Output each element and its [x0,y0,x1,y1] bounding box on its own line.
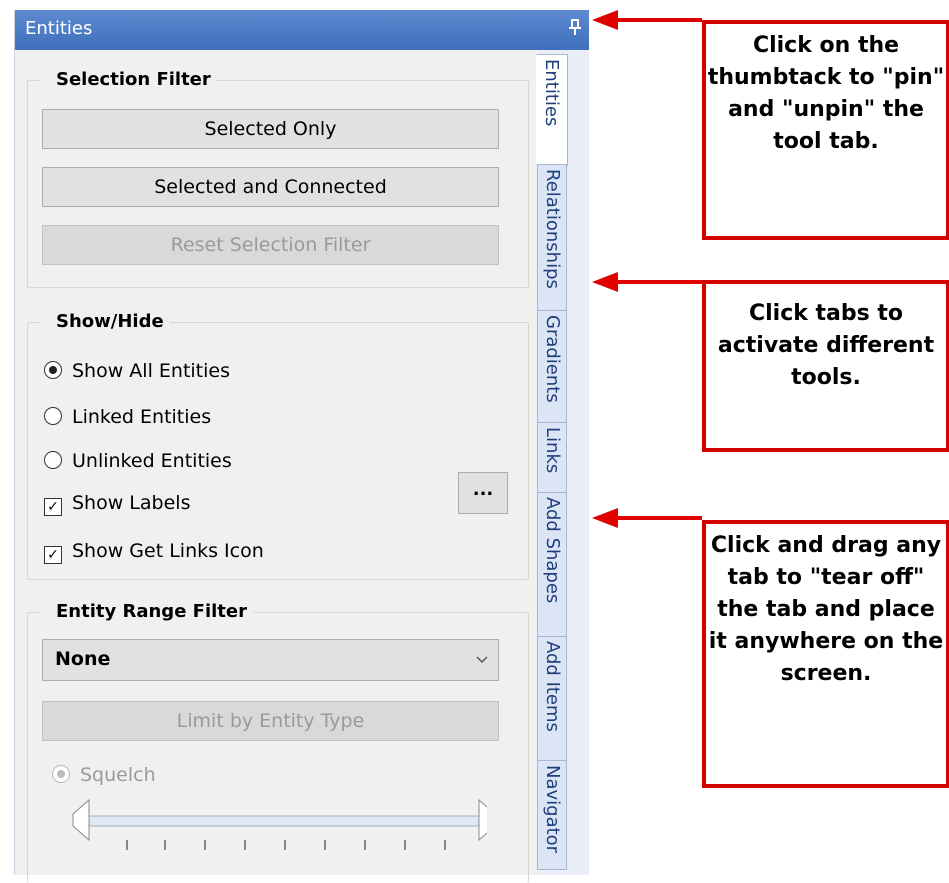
callout-pin-tool-tab: Click on the thumbtack to "pin" and "unp… [702,20,949,240]
callout-tear-off-tab: Click and drag any tab to "tear off" the… [702,520,949,788]
callout-activate-tools: Click tabs to activate different tools. [702,280,949,452]
